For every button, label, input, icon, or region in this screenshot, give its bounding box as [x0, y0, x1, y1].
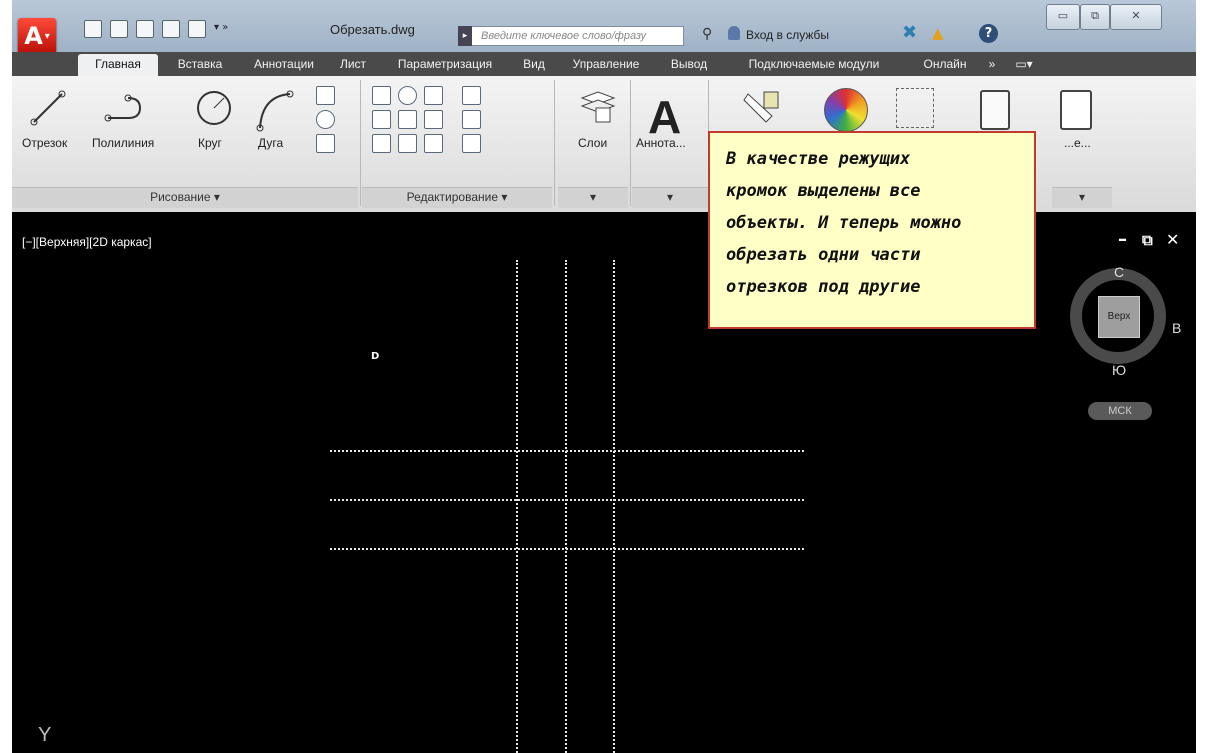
cursor-pickbox: D [371, 351, 380, 362]
autodesk-exchange-icon[interactable]: ▲ [932, 24, 944, 42]
array-icon[interactable] [424, 134, 443, 153]
explanation-note: В качестве режущих кромок выделены все о… [708, 131, 1036, 329]
binoculars-icon[interactable]: ⚲ [702, 26, 712, 42]
user-icon[interactable] [728, 26, 740, 40]
paste-icon[interactable] [1060, 90, 1092, 130]
scale-icon[interactable] [398, 134, 417, 153]
save-icon[interactable] [136, 20, 154, 38]
viewcube-top-face[interactable]: Верх [1098, 296, 1140, 338]
help-icon[interactable]: ? [979, 24, 998, 43]
fillet-icon[interactable] [424, 110, 443, 129]
compass-south: Ю [1112, 362, 1127, 378]
separator [630, 80, 631, 206]
erase-icon[interactable] [462, 86, 481, 105]
color-wheel-icon[interactable] [824, 88, 868, 132]
quick-access-toolbar: ▾ » [84, 20, 228, 38]
tab-parametric[interactable]: Параметризация [380, 54, 510, 76]
file-title: Обрезать.dwg [330, 22, 415, 37]
trim-icon[interactable] [424, 86, 443, 105]
qat-more-icon[interactable]: ▾ » [214, 20, 228, 36]
layers-panel-arrow[interactable]: ▾ [558, 187, 628, 208]
circle-tool-icon[interactable] [194, 88, 234, 128]
match-properties-icon[interactable] [742, 86, 782, 124]
maximize-button[interactable]: ⧉ [1080, 4, 1110, 30]
paste-label[interactable]: ...е... [1064, 136, 1091, 150]
polyline-tool-icon[interactable] [102, 88, 146, 128]
viewport-close-icon[interactable]: ✕ [1166, 230, 1179, 249]
tab-layout[interactable]: Лист [330, 54, 376, 76]
tab-home[interactable]: Главная [78, 54, 158, 76]
application-menu-button[interactable]: A ▾ [18, 18, 56, 54]
horizontal-line-2[interactable] [330, 499, 804, 501]
select-objects-icon[interactable] [896, 88, 934, 128]
ribbon-tabs: Главная Вставка Аннотации Лист Параметри… [12, 52, 1196, 76]
layers-icon[interactable] [578, 88, 618, 124]
viewport-controls-label[interactable]: [−][Верхняя][2D каркас] [22, 235, 152, 249]
arc-tool-icon[interactable] [254, 88, 294, 132]
minimize-button[interactable]: ▭ [1046, 4, 1080, 30]
rotate-icon[interactable] [398, 86, 417, 105]
exchange-icon[interactable]: ✖ [902, 22, 917, 43]
autocad-window: A ▾ ▾ » Обрезать.dwg Введите ключевое сло… [12, 0, 1196, 753]
compass-east: В [1172, 320, 1182, 336]
mirror-icon[interactable] [398, 110, 417, 129]
viewport-minimize-icon[interactable]: – [1118, 229, 1127, 250]
arc-tool-label[interactable]: Дуга [258, 136, 283, 150]
ribbon-minimize-icon[interactable]: ▭▾ [1006, 54, 1042, 76]
tab-more[interactable]: » [982, 54, 1002, 76]
horizontal-line-1[interactable] [330, 450, 804, 452]
line-tool-label[interactable]: Отрезок [22, 136, 67, 150]
line-tool-icon[interactable] [28, 88, 68, 128]
vertical-line-2[interactable] [565, 260, 567, 753]
stretch-icon[interactable] [372, 134, 391, 153]
polyline-tool-label[interactable]: Полилиния [92, 136, 154, 150]
open-file-icon[interactable] [110, 20, 128, 38]
move-icon[interactable] [372, 86, 391, 105]
save-as-icon[interactable] [162, 20, 180, 38]
layers-label[interactable]: Слои [578, 136, 607, 150]
vertical-line-1[interactable] [516, 260, 518, 753]
vertical-line-3[interactable] [613, 260, 615, 753]
panel-draw-label[interactable]: Рисование ▾ [12, 187, 358, 208]
copy-icon[interactable] [372, 110, 391, 129]
separator [554, 80, 555, 206]
ucs-menu-button[interactable]: МСК [1088, 402, 1152, 420]
compass-north: С [1114, 264, 1125, 280]
tab-annotate[interactable]: Аннотации [242, 54, 326, 76]
panel-edit-label[interactable]: Редактирование ▾ [362, 187, 552, 208]
search-input[interactable]: Введите ключевое слово/фразу [458, 26, 684, 46]
ucs-axis-y: Y [38, 724, 52, 746]
annotation-label[interactable]: Аннота... [636, 136, 686, 150]
viewport-restore-icon[interactable]: ⧉ [1142, 231, 1153, 249]
search-expand-icon[interactable]: ▸ [458, 26, 472, 46]
circle-tool-label[interactable]: Круг [198, 136, 222, 150]
annotation-panel-arrow[interactable]: ▾ [632, 187, 708, 208]
calculator-icon[interactable] [980, 90, 1010, 130]
close-button[interactable]: ✕ [1110, 4, 1162, 30]
signin-button[interactable]: Вход в службы [746, 28, 829, 42]
app-logo-icon: A [24, 22, 43, 50]
tab-insert[interactable]: Вставка [164, 54, 236, 76]
tab-plugins[interactable]: Подключаемые модули [724, 54, 904, 76]
rectangle-icon[interactable] [316, 86, 335, 105]
plot-icon[interactable] [188, 20, 206, 38]
tab-output[interactable]: Вывод [658, 54, 720, 76]
hatch-icon[interactable] [316, 134, 335, 153]
tab-manage[interactable]: Управление [558, 54, 654, 76]
title-bar: A ▾ ▾ » Обрезать.dwg Введите ключевое сло… [12, 0, 1196, 54]
separator [360, 80, 361, 206]
ellipse-icon[interactable] [316, 110, 335, 129]
offset-icon[interactable] [462, 134, 481, 153]
tab-online[interactable]: Онлайн [910, 54, 980, 76]
new-file-icon[interactable] [84, 20, 102, 38]
horizontal-line-3[interactable] [330, 548, 804, 550]
tab-view[interactable]: Вид [514, 54, 554, 76]
clipboard-panel-arrow[interactable]: ▾ [1052, 187, 1112, 208]
explode-icon[interactable] [462, 110, 481, 129]
